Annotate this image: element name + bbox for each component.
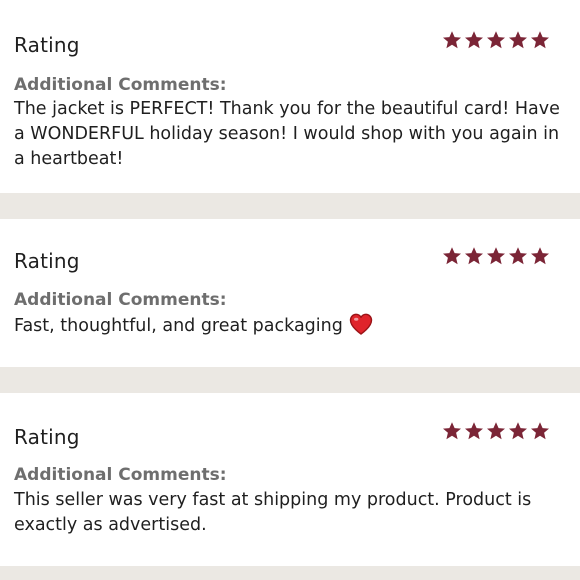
comments-heading: Additional Comments: [14,290,227,310]
star-icon [530,246,550,266]
star-rating [442,30,550,50]
star-icon [464,246,484,266]
comments-heading: Additional Comments: [14,465,227,485]
star-icon [508,30,528,50]
star-icon [486,30,506,50]
comment-text: Fast, thoughtful, and great packaging [14,313,569,339]
star-icon [464,421,484,441]
heart-icon [349,313,373,335]
comments-heading: Additional Comments: [14,75,227,95]
star-rating [442,421,550,441]
rating-label: Rating [14,33,80,57]
star-rating [442,246,550,266]
reviews-list: Rating Additional Comments: The jacket i… [0,0,580,580]
review-card: Rating Additional Comments: This seller … [0,393,580,566]
star-icon [530,30,550,50]
review-card: Rating Additional Comments: Fast, though… [0,219,580,367]
star-icon [530,421,550,441]
star-icon [442,421,462,441]
star-icon [464,30,484,50]
star-icon [442,30,462,50]
comment-text: This seller was very fast at shipping my… [14,490,532,535]
star-icon [508,246,528,266]
comment-text: The jacket is PERFECT! Thank you for the… [14,99,560,169]
review-card: Rating Additional Comments: The jacket i… [0,0,580,193]
comment-text-content: Fast, thoughtful, and great packaging [14,316,343,336]
star-icon [486,246,506,266]
rating-label: Rating [14,425,80,449]
star-icon [508,421,528,441]
star-icon [486,421,506,441]
star-icon [442,246,462,266]
rating-label: Rating [14,249,80,273]
